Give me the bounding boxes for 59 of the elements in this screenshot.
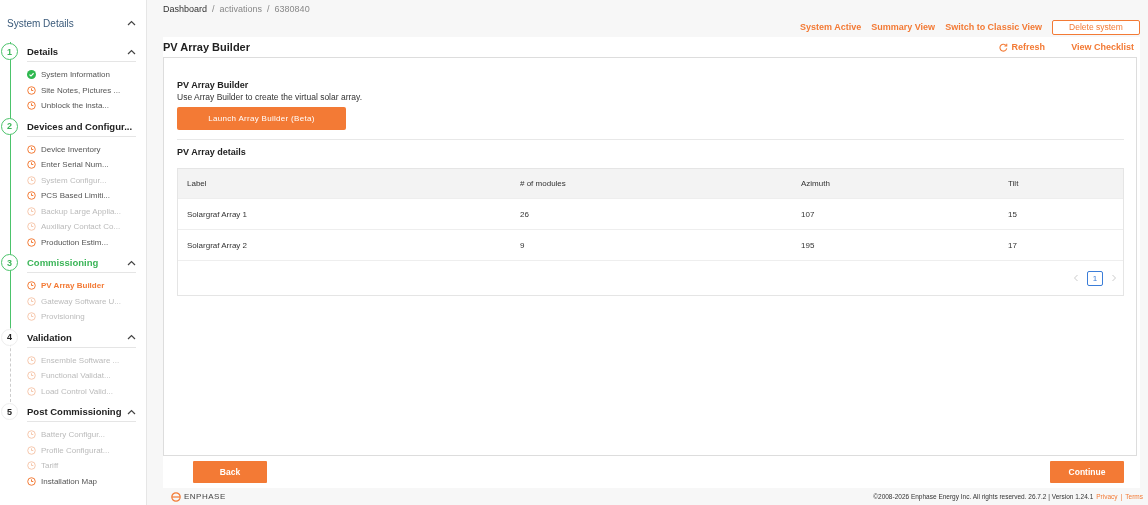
- view-checklist-link[interactable]: View Checklist: [1071, 42, 1134, 52]
- header-link[interactable]: System Active: [800, 22, 862, 32]
- chevron-up-icon[interactable]: [127, 408, 136, 415]
- sidebar-item[interactable]: Unblock the insta...: [27, 98, 136, 114]
- breadcrumb-link[interactable]: activations: [219, 3, 263, 14]
- step-title[interactable]: Devices and Configur...: [27, 120, 133, 132]
- step-title[interactable]: Commissioning: [27, 257, 99, 268]
- details-title: PV Array details: [177, 147, 247, 157]
- section-description: Use Array Builder to create the virtual solar array.: [177, 92, 364, 102]
- page-button[interactable]: 1: [1087, 270, 1103, 286]
- enphase-logo: ENPHASE: [171, 491, 226, 502]
- breadcrumb-current: 6380840: [274, 3, 310, 14]
- section-title: PV Array Builder: [177, 80, 250, 90]
- step-number: 2: [1, 117, 18, 135]
- table-cell-text: 107: [800, 209, 816, 219]
- table-cell-text: 17: [1007, 240, 1018, 250]
- table-cell-text: Solargraf Array 2: [186, 240, 249, 250]
- step-number: 5: [1, 403, 18, 420]
- card-title: PV Array Builder: [163, 41, 251, 53]
- refresh-icon: [998, 42, 1008, 52]
- step-title[interactable]: Details: [27, 46, 59, 57]
- chevron-up-icon[interactable]: [127, 20, 136, 26]
- delete-system-button[interactable]: Delete system: [1052, 19, 1140, 35]
- header-link[interactable]: Switch to Classic View: [945, 22, 1042, 32]
- sidebar-item[interactable]: Production Estim...: [27, 234, 136, 250]
- chevron-up-icon[interactable]: [127, 334, 136, 340]
- sidebar-item[interactable]: Device Inventory: [27, 141, 136, 157]
- breadcrumb-link[interactable]: Dashboard: [163, 3, 208, 14]
- header-link[interactable]: Summary View: [871, 22, 936, 32]
- sidebar-item[interactable]: PCS Based Limiti...: [27, 188, 136, 204]
- back-button[interactable]: Back: [193, 461, 267, 483]
- table-cell-text: Solargraf Array 1: [186, 209, 249, 219]
- table-cell-text: 195: [800, 240, 816, 250]
- sidebar-item[interactable]: PV Array Builder: [27, 278, 136, 294]
- sidebar-item[interactable]: Site Notes, Pictures ...: [27, 82, 136, 98]
- sidebar-item[interactable]: System Information: [27, 67, 136, 83]
- table-cell-text: 15: [1007, 209, 1018, 219]
- logo-icon: [171, 491, 181, 502]
- step-title[interactable]: Validation: [27, 331, 72, 343]
- table-cell-text: 9: [519, 240, 526, 250]
- step-number: 1: [1, 43, 18, 60]
- column-header: Label: [186, 179, 208, 188]
- table-cell-text: 26: [519, 209, 530, 219]
- launch-array-builder-button[interactable]: Launch Array Builder (Beta): [177, 107, 346, 130]
- breadcrumb-separator: /: [212, 3, 215, 14]
- continue-button[interactable]: Continue: [1050, 461, 1124, 483]
- step-number: 3: [1, 254, 18, 271]
- chevron-up-icon[interactable]: [127, 259, 136, 266]
- sidebar-item[interactable]: Enter Serial Num...: [27, 157, 136, 173]
- chevron-up-icon[interactable]: [127, 48, 136, 55]
- column-header: # of modules: [519, 179, 567, 188]
- column-header: Azimuth: [800, 179, 831, 188]
- step-title[interactable]: Post Commissioning: [27, 406, 122, 417]
- breadcrumb-separator: /: [267, 3, 270, 14]
- sidebar-item[interactable]: Installation Map: [27, 473, 136, 489]
- step-number: 4: [1, 328, 18, 346]
- column-header: Tilt: [1007, 179, 1020, 188]
- refresh-link[interactable]: Refresh: [998, 42, 1046, 52]
- sidebar-title: System Details: [7, 17, 74, 29]
